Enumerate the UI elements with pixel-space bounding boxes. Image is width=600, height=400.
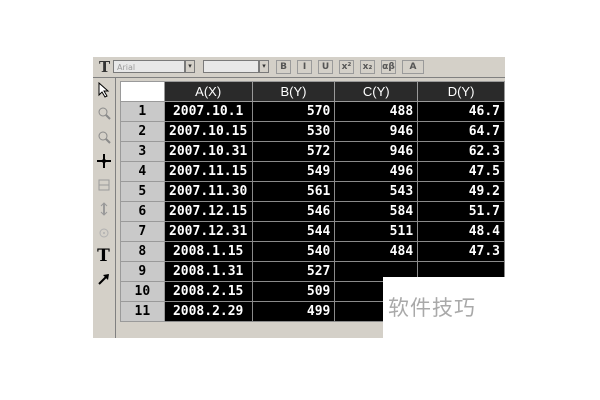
cell-b[interactable]: 540 bbox=[251, 241, 336, 262]
cell-c[interactable]: 488 bbox=[334, 101, 419, 122]
cell-b[interactable]: 570 bbox=[251, 101, 336, 122]
cell-a[interactable]: 2007.12.31 bbox=[163, 221, 253, 242]
cell-d[interactable]: 51.7 bbox=[417, 201, 505, 222]
cell-a[interactable]: 2008.1.31 bbox=[163, 261, 253, 282]
row-header[interactable]: 9 bbox=[120, 261, 165, 282]
data-reader-icon[interactable] bbox=[95, 202, 112, 219]
table-row: 7 2007.12.31 544 511 48.4 bbox=[120, 221, 505, 242]
tool-palette: T bbox=[93, 78, 116, 338]
corner-cell[interactable] bbox=[120, 81, 165, 102]
row-header[interactable]: 3 bbox=[120, 141, 165, 162]
cell-c[interactable]: 946 bbox=[334, 141, 419, 162]
table-row: 2 2007.10.15 530 946 64.7 bbox=[120, 121, 505, 142]
cell-a[interactable]: 2008.2.29 bbox=[163, 301, 253, 322]
cell-d[interactable]: 47.3 bbox=[417, 241, 505, 262]
cell-a[interactable]: 2007.12.15 bbox=[163, 201, 253, 222]
table-row: 4 2007.11.15 549 496 47.5 bbox=[120, 161, 505, 182]
row-header[interactable]: 5 bbox=[120, 181, 165, 202]
cell-b[interactable]: 546 bbox=[251, 201, 336, 222]
font-tool-icon[interactable]: T bbox=[99, 58, 110, 76]
arrow-tool-icon[interactable] bbox=[95, 272, 112, 289]
screen-reader-icon[interactable] bbox=[95, 178, 112, 195]
bold-button[interactable]: B bbox=[276, 60, 291, 74]
cell-c[interactable]: 543 bbox=[334, 181, 419, 202]
pointer-icon[interactable] bbox=[95, 81, 112, 99]
cell-a[interactable]: 2007.10.31 bbox=[163, 141, 253, 162]
cell-b[interactable]: 509 bbox=[251, 281, 336, 302]
font-size-select[interactable] bbox=[203, 60, 259, 73]
table-row: 5 2007.11.30 561 543 49.2 bbox=[120, 181, 505, 202]
cell-c[interactable]: 584 bbox=[334, 201, 419, 222]
row-header[interactable]: 11 bbox=[120, 301, 165, 322]
row-header[interactable]: 4 bbox=[120, 161, 165, 182]
format-toolbar: T Arial ▾ ▾ B I U x² x₂ αβ A bbox=[93, 57, 505, 78]
text-tool-icon[interactable]: T bbox=[95, 248, 112, 265]
cell-a[interactable]: 2008.1.15 bbox=[163, 241, 253, 262]
zoom-in-icon[interactable] bbox=[95, 106, 112, 123]
zoom-out-icon[interactable] bbox=[95, 130, 112, 147]
crosshair-icon[interactable] bbox=[95, 154, 112, 171]
cell-b[interactable]: 527 bbox=[251, 261, 336, 282]
cell-a[interactable]: 2007.11.15 bbox=[163, 161, 253, 182]
cell-a[interactable]: 2008.2.15 bbox=[163, 281, 253, 302]
cell-d[interactable]: 47.5 bbox=[417, 161, 505, 182]
cell-b[interactable]: 544 bbox=[251, 221, 336, 242]
subscript-button[interactable]: x₂ bbox=[360, 60, 375, 74]
row-header[interactable]: 2 bbox=[120, 121, 165, 142]
font-name-select[interactable]: Arial bbox=[113, 60, 185, 73]
table-row: 8 2008.1.15 540 484 47.3 bbox=[120, 241, 505, 262]
cell-b[interactable]: 572 bbox=[251, 141, 336, 162]
table-row: 3 2007.10.31 572 946 62.3 bbox=[120, 141, 505, 162]
row-header[interactable]: 1 bbox=[120, 101, 165, 122]
row-header[interactable]: 10 bbox=[120, 281, 165, 302]
cell-c[interactable]: 511 bbox=[334, 221, 419, 242]
cell-b[interactable]: 499 bbox=[251, 301, 336, 322]
cell-a[interactable]: 2007.11.30 bbox=[163, 181, 253, 202]
cell-c[interactable]: 484 bbox=[334, 241, 419, 262]
column-header-a[interactable]: A(X) bbox=[163, 81, 253, 102]
cell-a[interactable]: 2007.10.15 bbox=[163, 121, 253, 142]
cell-a[interactable]: 2007.10.1 bbox=[163, 101, 253, 122]
cell-c[interactable]: 946 bbox=[334, 121, 419, 142]
font-name-dropdown[interactable]: ▾ bbox=[185, 60, 195, 73]
column-header-row: A(X) B(Y) C(Y) D(Y) bbox=[120, 81, 505, 102]
cell-d[interactable]: 48.4 bbox=[417, 221, 505, 242]
cell-b[interactable]: 561 bbox=[251, 181, 336, 202]
cell-c[interactable]: 496 bbox=[334, 161, 419, 182]
table-row: 1 2007.10.1 570 488 46.7 bbox=[120, 101, 505, 122]
row-header[interactable]: 6 bbox=[120, 201, 165, 222]
cell-d[interactable]: 62.3 bbox=[417, 141, 505, 162]
column-header-c[interactable]: C(Y) bbox=[334, 81, 419, 102]
table-row: 6 2007.12.15 546 584 51.7 bbox=[120, 201, 505, 222]
column-header-d[interactable]: D(Y) bbox=[417, 81, 505, 102]
italic-button[interactable]: I bbox=[297, 60, 312, 74]
cell-b[interactable]: 530 bbox=[251, 121, 336, 142]
greek-button[interactable]: αβ bbox=[381, 60, 396, 74]
font-grow-button[interactable]: A bbox=[402, 60, 424, 74]
cell-d[interactable]: 64.7 bbox=[417, 121, 505, 142]
column-header-b[interactable]: B(Y) bbox=[251, 81, 336, 102]
cell-b[interactable]: 549 bbox=[251, 161, 336, 182]
superscript-button[interactable]: x² bbox=[339, 60, 354, 74]
cell-d[interactable]: 46.7 bbox=[417, 101, 505, 122]
row-header[interactable]: 7 bbox=[120, 221, 165, 242]
cell-d[interactable]: 49.2 bbox=[417, 181, 505, 202]
watermark-text: 软件技巧 bbox=[388, 296, 476, 320]
underline-button[interactable]: U bbox=[318, 60, 333, 74]
font-size-dropdown[interactable]: ▾ bbox=[259, 60, 269, 73]
data-selector-icon[interactable] bbox=[95, 226, 112, 243]
row-header[interactable]: 8 bbox=[120, 241, 165, 262]
